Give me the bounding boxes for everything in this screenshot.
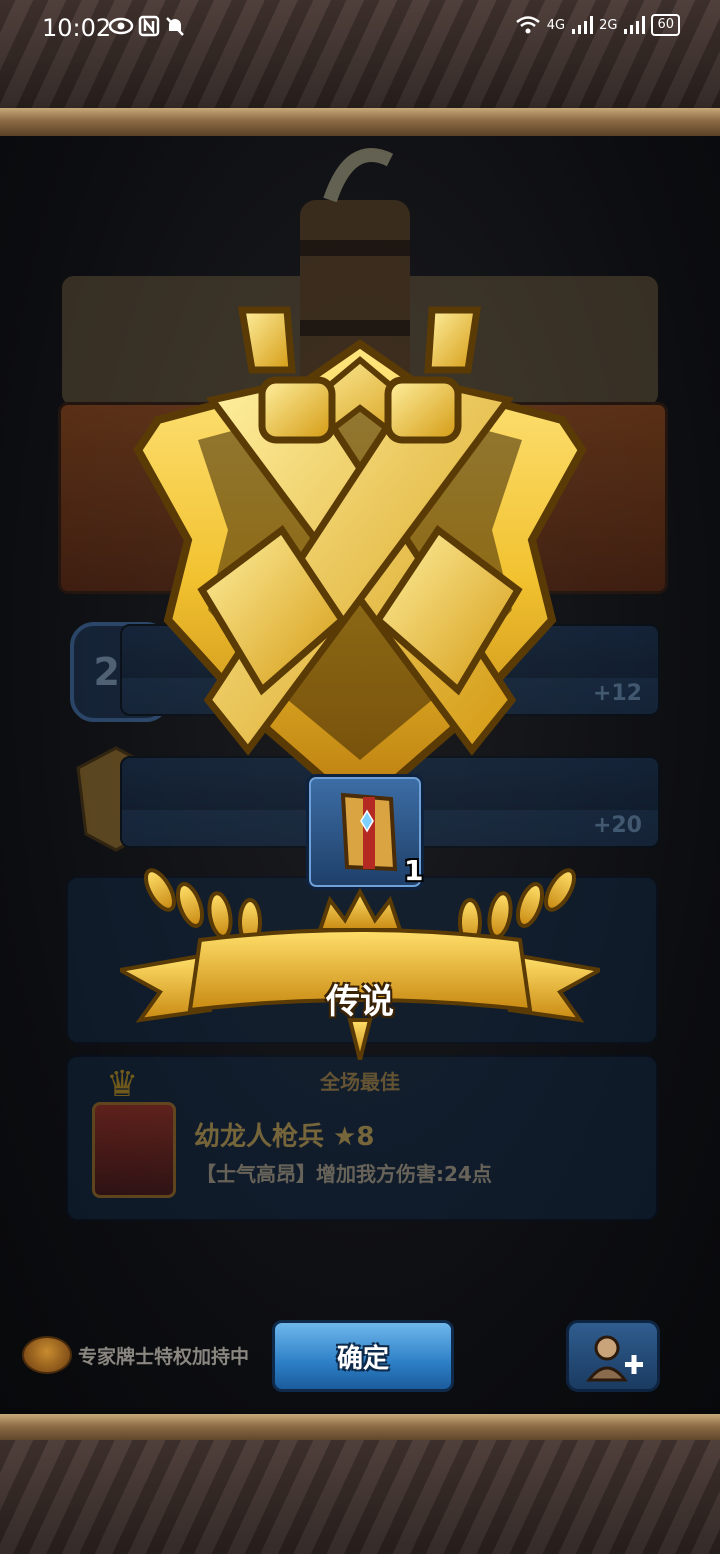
confirm-button[interactable]: 确定: [272, 1320, 454, 1392]
laurel-ribbon-icon: [120, 868, 600, 1060]
battery-indicator: 60: [651, 14, 680, 36]
frame-rail-bottom: [0, 1414, 720, 1442]
add-friend-button[interactable]: [566, 1320, 660, 1392]
frame-rail-top: [0, 108, 720, 136]
wood-frame-bottom: [0, 1440, 720, 1554]
status-bar: 10:02 4G 2G 60: [0, 0, 720, 58]
signal-bars-icon: [572, 16, 594, 34]
privilege-status: 专家牌士特权加持中: [22, 1336, 249, 1374]
rank-label: 传说: [326, 982, 394, 1022]
expert-badge-icon: [22, 1336, 72, 1374]
signal-4g-label: 4G: [546, 17, 566, 33]
add-friend-icon: [585, 1335, 643, 1382]
hero-skill: 【士气高昂】增加我方伤害:24点: [196, 1162, 492, 1186]
signal-bars-icon: [624, 16, 646, 34]
nfc-icon: [138, 15, 160, 37]
wifi-icon: [515, 16, 540, 34]
crown-icon: ♛: [106, 1064, 139, 1105]
mute-bell-icon: [166, 17, 184, 36]
eye-icon: [108, 17, 134, 35]
clock: 10:02: [42, 14, 112, 42]
signal-2g-label: 2G: [599, 17, 618, 33]
hero-name: 幼龙人枪兵 ★8: [194, 1122, 375, 1152]
privilege-text: 专家牌士特权加持中: [78, 1345, 250, 1368]
hero-portrait: [92, 1102, 176, 1198]
legend-emblem-icon: [133, 306, 587, 816]
